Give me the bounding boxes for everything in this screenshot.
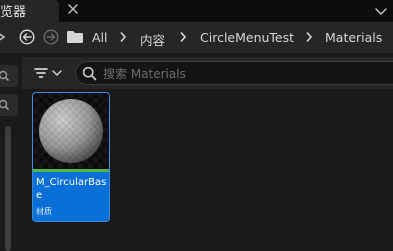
breadcrumb-all[interactable]: All [92, 30, 108, 45]
material-sphere-icon [39, 99, 103, 163]
asset-thumbnail [33, 93, 109, 169]
close-icon[interactable] [67, 3, 79, 15]
asset-tile[interactable]: M_CircularBase 材质 [32, 92, 110, 222]
sidebar-search-button[interactable] [0, 65, 18, 87]
asset-type-color-bar [33, 169, 109, 172]
filter-toolbar [22, 57, 393, 89]
chevron-right-icon[interactable] [119, 31, 127, 43]
sidebar-search-button[interactable] [0, 94, 18, 116]
tab-bar: 览器 [0, 0, 393, 22]
filter-icon [34, 68, 62, 78]
breadcrumb-content[interactable]: 内容 [140, 30, 165, 49]
asset-type-label: 材质 [36, 207, 52, 216]
breadcrumb-circlemenutest[interactable]: CircleMenuTest [200, 30, 294, 45]
search-icon [0, 70, 10, 82]
forward-icon[interactable] [43, 29, 59, 45]
folder-icon[interactable] [66, 30, 84, 44]
sidebar-scrollbar[interactable] [5, 126, 11, 251]
filter-button[interactable] [32, 65, 66, 81]
tab-content-browser[interactable]: 览器 [0, 0, 59, 22]
breadcrumb-materials[interactable]: Materials [325, 30, 382, 45]
search-icon [82, 66, 97, 81]
navigation-bar: All 内容 CircleMenuTest Materials [0, 22, 393, 53]
asset-name: M_CircularBase [36, 177, 107, 201]
back-icon[interactable] [19, 29, 35, 45]
tab-title: 览器 [0, 5, 27, 20]
history-icon[interactable] [0, 29, 8, 45]
search-icon [0, 99, 10, 111]
search-input[interactable] [103, 65, 383, 82]
window-menu-icon[interactable] [375, 6, 387, 18]
chevron-right-icon[interactable] [305, 31, 313, 43]
chevron-right-icon[interactable] [179, 31, 187, 43]
sources-panel [0, 53, 22, 251]
search-box[interactable] [75, 61, 393, 85]
